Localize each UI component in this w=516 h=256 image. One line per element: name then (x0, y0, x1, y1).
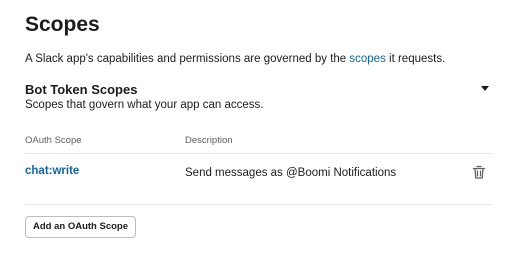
table-divider-bottom (25, 204, 493, 205)
scopes-link[interactable]: scopes (349, 53, 385, 65)
column-header-oauth-scope: OAuth Scope (25, 135, 82, 146)
add-oauth-scope-button[interactable]: Add an OAuth Scope (25, 216, 136, 238)
scopes-intro-text: A Slack app's capabilities and permissio… (25, 51, 445, 67)
scope-name-link[interactable]: chat:write (25, 163, 79, 179)
table-divider-top (25, 153, 493, 154)
bot-token-scopes-subtitle: Scopes that govern what your app can acc… (25, 99, 264, 111)
intro-text-before: A Slack app's capabilities and permissio… (25, 53, 350, 65)
column-header-description: Description (185, 135, 233, 146)
page-title: Scopes (25, 13, 100, 36)
caret-down-icon[interactable] (478, 82, 492, 94)
trash-icon[interactable] (470, 163, 488, 181)
scope-description: Send messages as @Boomi Notifications (185, 167, 397, 179)
intro-text-after: it requests. (385, 53, 446, 65)
